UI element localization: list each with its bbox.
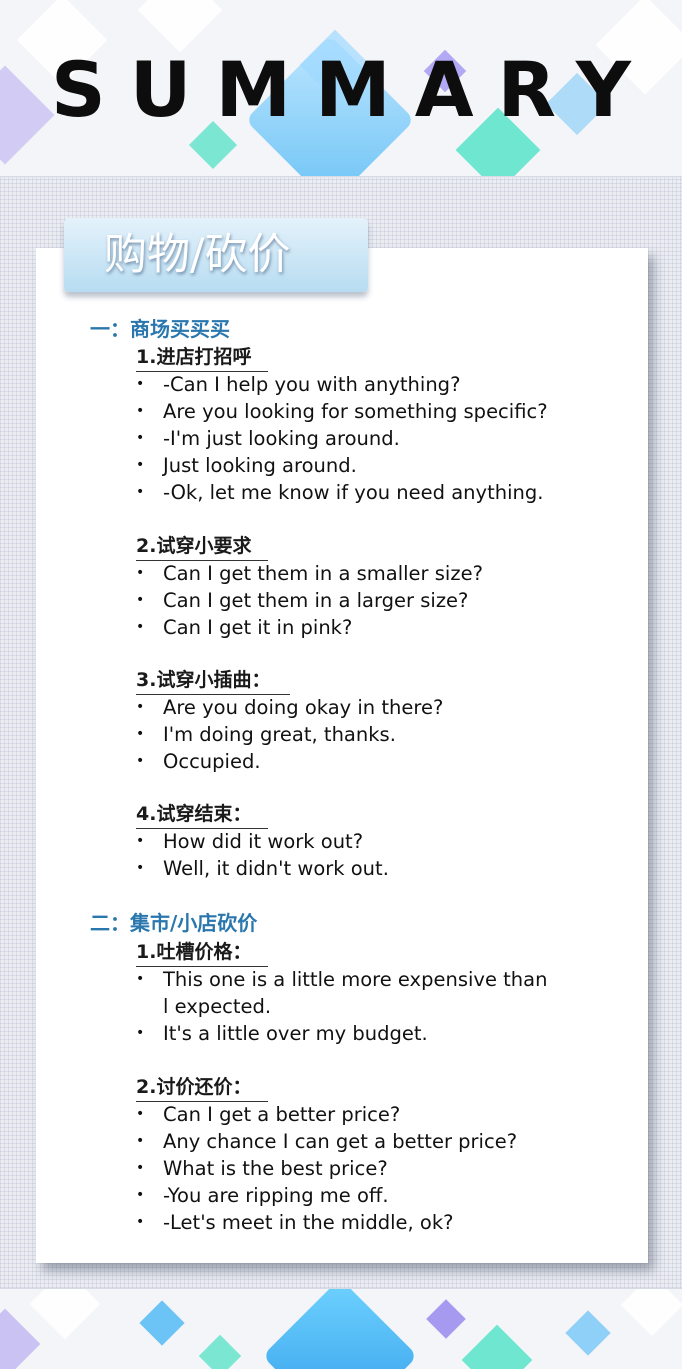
page-title: SUMMARY [51,45,655,134]
list-item: -You are ripping me off. [163,1184,389,1207]
bullet-dot-icon: • [136,1160,145,1176]
bullet-dot-icon: • [136,457,145,473]
bullet-dot-icon: • [136,1025,145,1041]
subsection-heading: 3.试穿小插曲： [136,668,290,695]
bullet-dot-icon: • [136,699,145,715]
section-tab: 购物/砍价 [64,218,368,292]
bullet-dot-icon: • [136,403,145,419]
list-item: Can I get a better price? [163,1103,401,1126]
footer-banner [0,1288,682,1369]
bullet-dot-icon: • [136,565,145,581]
list-item-continuation: l expected. [163,995,272,1018]
list-item: Can I get them in a smaller size? [163,562,483,585]
bullet-dot-icon: • [136,971,145,987]
decorative-gem-icon [426,1299,466,1339]
decorative-gem-icon [620,1289,682,1337]
decorative-gem-icon [262,1289,418,1369]
bullet-dot-icon: • [136,376,145,392]
list-item: Occupied. [163,750,261,773]
bullet-dot-icon: • [136,860,145,876]
subsection-heading: 1.吐槽价格： [136,940,268,967]
list-item: -Ok, let me know if you need anything. [163,481,544,504]
list-item: What is the best price? [163,1157,388,1180]
bullet-dot-icon: • [136,753,145,769]
list-item: -Let's meet in the middle, ok? [163,1211,454,1234]
list-item: How did it work out? [163,830,364,853]
bullet-dot-icon: • [136,484,145,500]
bullet-dot-icon: • [136,726,145,742]
list-item: Just looking around. [163,454,357,477]
decorative-gem-icon [0,1308,41,1369]
list-item: It's a little over my budget. [163,1022,428,1045]
list-item: Are you looking for something specific? [163,400,548,423]
bullet-dot-icon: • [136,1133,145,1149]
subsection-heading: 2.试穿小要求 [136,534,268,561]
list-item: -I'm just looking around. [163,427,400,450]
decorative-gem-icon [198,1334,242,1369]
decorative-gem-icon [139,1300,185,1346]
list-item: Can I get them in a larger size? [163,589,469,612]
list-item: Well, it didn't work out. [163,857,389,880]
list-item: Can I get it in pink? [163,616,353,639]
header-banner: SUMMARY [0,0,682,177]
decorative-gem-icon [461,1324,533,1369]
subsection-heading: 4.试穿结束： [136,802,268,829]
list-item: Are you doing okay in there? [163,696,444,719]
section-tab-title: 购物/砍价 [104,230,291,280]
subsection-heading: 2.讨价还价： [136,1075,268,1102]
bullet-dot-icon: • [136,833,145,849]
subsection-heading: 1.进店打招呼 [136,345,268,372]
list-item: This one is a little more expensive than [163,968,548,991]
list-item: -Can I help you with anything? [163,373,461,396]
section-heading: 二：集市/小店砍价 [90,911,258,935]
decorative-gem-icon [29,1289,101,1340]
decorative-gem-icon [565,1310,611,1356]
bullet-dot-icon: • [136,1214,145,1230]
bullet-dot-icon: • [136,592,145,608]
section-heading: 一：商场买买买 [90,317,230,341]
list-item: I'm doing great, thanks. [163,723,396,746]
bullet-dot-icon: • [136,1187,145,1203]
bullet-dot-icon: • [136,619,145,635]
bullet-dot-icon: • [136,1106,145,1122]
bullet-dot-icon: • [136,430,145,446]
list-item: Any chance I can get a better price? [163,1130,518,1153]
